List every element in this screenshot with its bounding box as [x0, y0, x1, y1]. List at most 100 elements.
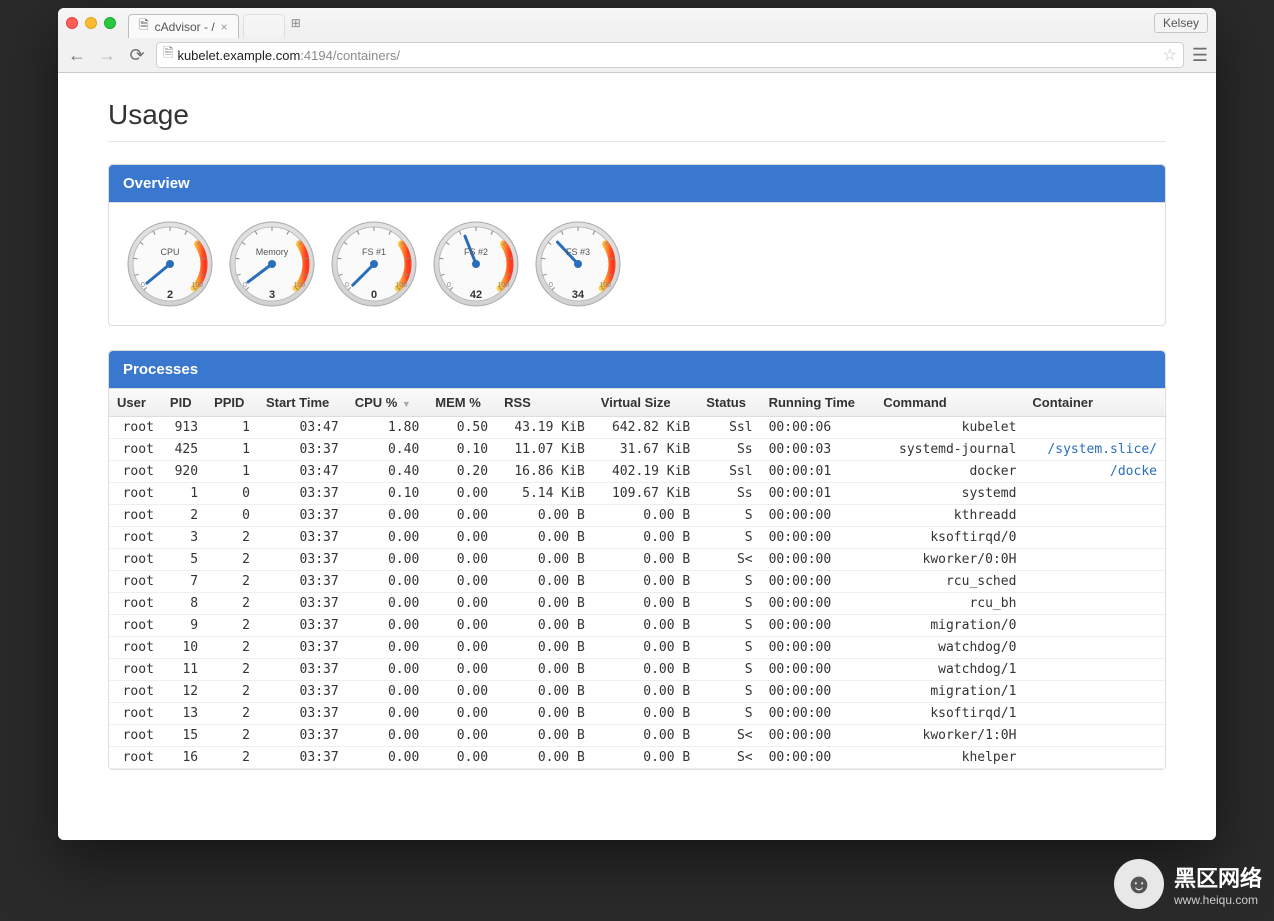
table-cell: 15 [162, 725, 206, 747]
table-cell: S [698, 659, 760, 681]
menu-icon[interactable]: ☰ [1192, 45, 1208, 66]
window-minimize-icon[interactable] [85, 17, 97, 29]
table-cell: 0.00 [427, 747, 496, 769]
page-title: Usage [108, 99, 1166, 131]
browser-tab[interactable]: 🗎 cAdvisor - / × [128, 14, 239, 38]
table-cell: 0.00 [347, 681, 428, 703]
table-cell: 3 [162, 527, 206, 549]
column-header[interactable]: Status [698, 389, 760, 417]
table-cell[interactable]: /system.slice/ [1024, 439, 1165, 461]
gauge-value: 0 [329, 289, 419, 301]
table-cell: 0 [206, 505, 258, 527]
table-row: root913103:471.800.5043.19 KiB642.82 KiB… [109, 417, 1165, 439]
table-cell[interactable] [1024, 615, 1165, 637]
table-cell: root [109, 725, 162, 747]
new-tab-icon[interactable]: ⊞ [291, 16, 301, 30]
column-header[interactable]: Virtual Size [593, 389, 698, 417]
table-cell: 03:47 [258, 417, 347, 439]
table-cell: 0.00 B [593, 571, 698, 593]
browser-tab-inactive[interactable] [243, 14, 285, 38]
watermark: ☻ 黑区网络 www.heiqu.com [1114, 859, 1262, 909]
table-cell: 0.00 [347, 527, 428, 549]
table-cell: 8 [162, 593, 206, 615]
table-cell: 0.00 B [593, 527, 698, 549]
table-cell: 00:00:00 [761, 725, 876, 747]
table-cell[interactable] [1024, 725, 1165, 747]
column-header[interactable]: Running Time [761, 389, 876, 417]
page-viewport[interactable]: Usage Overview CPU01002 [58, 73, 1216, 840]
table-cell: 0.00 B [593, 593, 698, 615]
site-info-icon[interactable]: 🗎 [163, 44, 173, 66]
table-row: root8203:370.000.000.00 B0.00 BS00:00:00… [109, 593, 1165, 615]
table-cell: 03:37 [258, 505, 347, 527]
url-bar[interactable]: 🗎 kubelet.example.com :4194 /containers/… [156, 42, 1184, 68]
table-cell: 03:37 [258, 527, 347, 549]
column-header[interactable]: MEM % [427, 389, 496, 417]
table-cell: migration/1 [875, 681, 1024, 703]
url-host: kubelet.example.com [177, 48, 300, 63]
table-cell[interactable] [1024, 593, 1165, 615]
table-row: root1003:370.100.005.14 KiB109.67 KiBSs0… [109, 483, 1165, 505]
close-tab-icon[interactable]: × [221, 20, 228, 34]
column-header[interactable]: Container [1024, 389, 1165, 417]
table-cell[interactable] [1024, 527, 1165, 549]
table-cell[interactable] [1024, 483, 1165, 505]
table-cell[interactable] [1024, 417, 1165, 439]
column-header[interactable]: CPU % ▼ [347, 389, 428, 417]
table-cell: Ss [698, 483, 760, 505]
table-cell: 402.19 KiB [593, 461, 698, 483]
bookmark-star-icon[interactable]: ☆ [1163, 45, 1177, 65]
column-header[interactable]: RSS [496, 389, 593, 417]
table-cell: 0.00 B [496, 703, 593, 725]
forward-button[interactable]: → [96, 45, 118, 66]
table-cell: 2 [206, 637, 258, 659]
gauge-row: CPU01002 Memory01003 [125, 219, 1149, 309]
table-cell[interactable] [1024, 747, 1165, 769]
window-close-icon[interactable] [66, 17, 78, 29]
gauge-min: 0 [243, 282, 247, 289]
table-cell: S [698, 571, 760, 593]
table-cell: watchdog/0 [875, 637, 1024, 659]
table-cell: 5.14 KiB [496, 483, 593, 505]
container-link[interactable]: /system.slice/ [1047, 442, 1157, 457]
table-cell: 00:00:00 [761, 571, 876, 593]
back-button[interactable]: ← [66, 45, 88, 66]
column-header[interactable]: Command [875, 389, 1024, 417]
table-cell: 0.00 B [496, 681, 593, 703]
table-cell: 0.00 [347, 725, 428, 747]
table-cell[interactable] [1024, 505, 1165, 527]
table-cell: 0.00 [427, 571, 496, 593]
processes-panel: Processes UserPIDPPIDStart TimeCPU % ▼ME… [108, 350, 1166, 770]
table-cell[interactable] [1024, 549, 1165, 571]
gauge-label: CPU [125, 247, 215, 257]
table-cell: root [109, 483, 162, 505]
profile-badge[interactable]: Kelsey [1154, 13, 1208, 33]
column-header[interactable]: PID [162, 389, 206, 417]
table-cell: 00:00:00 [761, 659, 876, 681]
table-cell: 0.00 B [496, 571, 593, 593]
window-zoom-icon[interactable] [104, 17, 116, 29]
table-cell[interactable] [1024, 659, 1165, 681]
gauge-max: 100 [293, 282, 305, 289]
table-cell: docker [875, 461, 1024, 483]
table-cell[interactable] [1024, 703, 1165, 725]
column-header[interactable]: PPID [206, 389, 258, 417]
traffic-lights [66, 17, 116, 29]
table-cell: 0.00 [427, 593, 496, 615]
column-header[interactable]: User [109, 389, 162, 417]
table-cell: 00:00:00 [761, 637, 876, 659]
column-header[interactable]: Start Time [258, 389, 347, 417]
table-cell: 0.00 B [496, 593, 593, 615]
container-link[interactable]: /docke [1110, 464, 1157, 479]
reload-button[interactable]: ⟳ [126, 45, 148, 66]
table-cell[interactable] [1024, 637, 1165, 659]
table-cell: 0.00 [427, 527, 496, 549]
table-cell[interactable] [1024, 571, 1165, 593]
table-cell: 0.00 [427, 505, 496, 527]
table-cell: S< [698, 725, 760, 747]
table-cell: 0.00 B [593, 703, 698, 725]
table-cell[interactable] [1024, 681, 1165, 703]
table-cell[interactable]: /docke [1024, 461, 1165, 483]
table-cell: S [698, 593, 760, 615]
table-header-row: UserPIDPPIDStart TimeCPU % ▼MEM %RSSVirt… [109, 389, 1165, 417]
